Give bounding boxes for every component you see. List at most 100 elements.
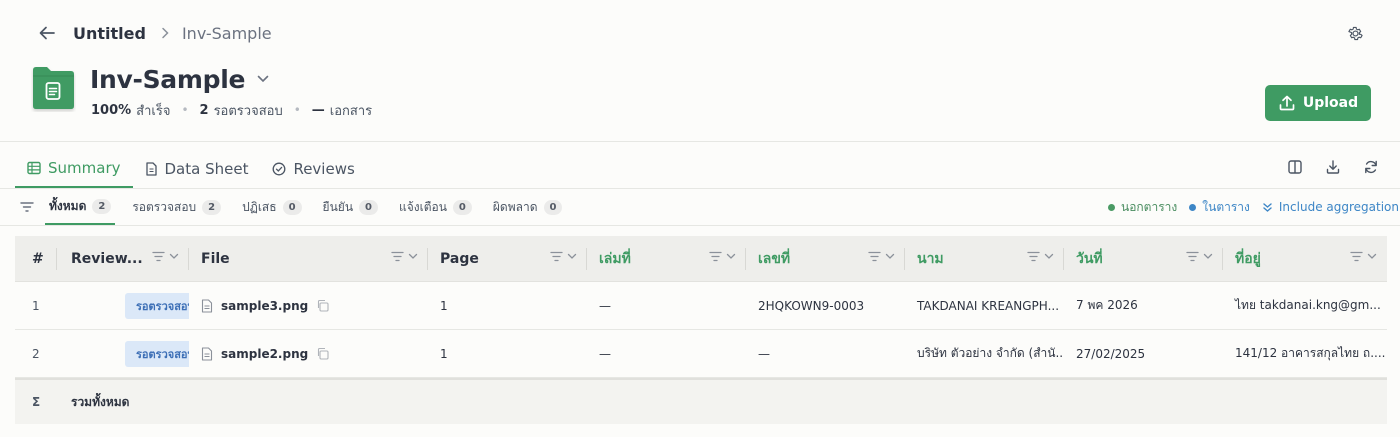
review-cell: รอตรวจสอบ bbox=[57, 340, 189, 367]
filter-icon[interactable] bbox=[1350, 251, 1363, 262]
tab-bar: Summary Data Sheet Reviews bbox=[15, 150, 367, 188]
name-cell: บริษัท ตัวอย่าง จำกัด (สำนั... bbox=[917, 346, 1064, 360]
chevron-down-icon[interactable] bbox=[1367, 253, 1377, 260]
filter-icon[interactable] bbox=[709, 251, 722, 262]
pending-label: รอตรวจสอบ bbox=[213, 103, 283, 119]
column-header-book-no[interactable]: เล่มที่ bbox=[587, 236, 746, 282]
back-button[interactable] bbox=[36, 22, 58, 44]
split-view-button[interactable] bbox=[1284, 156, 1306, 178]
column-label: นาม bbox=[917, 250, 944, 267]
breadcrumb: Untitled Inv-Sample bbox=[73, 22, 272, 44]
filter-confirmed[interactable]: ยืนยัน 0 bbox=[319, 189, 382, 225]
filter-label: แจ้งเตือน bbox=[398, 199, 447, 214]
tab-data-sheet[interactable]: Data Sheet bbox=[133, 150, 261, 188]
name-cell: TAKDANAI KREANGPH... bbox=[917, 298, 1060, 313]
column-header-file[interactable]: File bbox=[189, 236, 428, 282]
chevron-down-icon[interactable] bbox=[1044, 253, 1054, 260]
file-icon bbox=[201, 346, 213, 361]
include-aggregation-toggle[interactable]: Include aggregation bbox=[1262, 200, 1399, 214]
column-header-page[interactable]: Page bbox=[428, 236, 587, 282]
filter-icon[interactable] bbox=[391, 251, 404, 262]
column-header-address[interactable]: ที่อยู่ bbox=[1223, 236, 1387, 282]
page-title: Inv-Sample bbox=[90, 64, 246, 94]
filter-icon[interactable] bbox=[152, 251, 165, 262]
legend-label: ในตาราง bbox=[1202, 199, 1250, 214]
footer-total-label: รวมทั้งหมด bbox=[71, 394, 130, 409]
column-header-number[interactable]: เลขที่ bbox=[746, 236, 905, 282]
filter-count: 2 bbox=[202, 199, 222, 215]
tab-summary[interactable]: Summary bbox=[15, 150, 133, 188]
tab-label: Reviews bbox=[293, 160, 355, 178]
filter-error[interactable]: ผิดพลาด 0 bbox=[489, 189, 567, 225]
filter-pending[interactable]: รอตรวจสอบ 2 bbox=[128, 189, 225, 225]
review-cell: รอตรวจสอบ bbox=[57, 292, 189, 319]
table-row[interactable]: 1 รอตรวจสอบ sample3.png 1 — 2HQKOWN9-000… bbox=[15, 282, 1387, 330]
file-name-link[interactable]: sample3.png bbox=[221, 299, 308, 313]
file-icon bbox=[201, 298, 213, 313]
filter-warning[interactable]: แจ้งเตือน 0 bbox=[395, 189, 476, 225]
chevron-down-icon[interactable] bbox=[885, 253, 895, 260]
column-label: # bbox=[32, 250, 44, 267]
filter-all[interactable]: ทั้งหมด 2 bbox=[45, 189, 116, 225]
filter-icon[interactable] bbox=[550, 251, 563, 262]
legend-dot bbox=[1189, 203, 1197, 211]
file-name-link[interactable]: sample2.png bbox=[221, 347, 308, 361]
filter-icon[interactable] bbox=[1186, 251, 1199, 262]
column-header-review[interactable]: Review... bbox=[57, 236, 189, 282]
chevron-down-icon[interactable] bbox=[726, 253, 736, 260]
table-footer: Σ รวมทั้งหมด bbox=[15, 378, 1387, 424]
refresh-icon bbox=[1365, 160, 1377, 174]
file-cell: sample3.png bbox=[189, 299, 428, 313]
column-label: File bbox=[201, 250, 230, 267]
columns-icon bbox=[1288, 160, 1302, 174]
download-button[interactable] bbox=[1322, 156, 1344, 178]
legend-inside: ในตาราง bbox=[1189, 198, 1250, 217]
chevron-down-icon[interactable] bbox=[1203, 253, 1213, 260]
table-header: # Review... File Page เล่มที่ เลขที่ นาม… bbox=[15, 236, 1387, 282]
date-cell: 27/02/2025 bbox=[1076, 346, 1146, 361]
tab-tools bbox=[1284, 156, 1382, 178]
filter-icon[interactable] bbox=[19, 199, 35, 215]
table-row[interactable]: 2 รอตรวจสอบ sample2.png 1 — — บริษัท ตัว… bbox=[15, 330, 1387, 378]
filter-rejected[interactable]: ปฏิเสธ 0 bbox=[238, 189, 305, 225]
aggregation-label: Include aggregation bbox=[1278, 200, 1399, 214]
filter-label: ปฏิเสธ bbox=[242, 199, 277, 214]
chevron-down-icon[interactable] bbox=[169, 253, 179, 260]
breadcrumb-root[interactable]: Untitled bbox=[73, 24, 146, 43]
gear-icon bbox=[1347, 26, 1363, 40]
number-cell: 2HQKOWN9-0003 bbox=[758, 298, 865, 313]
table-body: 1 รอตรวจสอบ sample3.png 1 — 2HQKOWN9-000… bbox=[15, 282, 1387, 378]
legend-label: นอกตาราง bbox=[1121, 199, 1178, 214]
row-index: 1 bbox=[32, 298, 40, 313]
column-header-date[interactable]: วันที่ bbox=[1064, 236, 1223, 282]
upload-button[interactable]: Upload bbox=[1265, 85, 1371, 121]
double-chevron-down-icon bbox=[1263, 202, 1272, 212]
tab-label: Summary bbox=[48, 159, 121, 177]
upload-icon bbox=[1279, 95, 1295, 111]
table-icon bbox=[27, 161, 41, 175]
filter-label: ยืนยัน bbox=[322, 199, 354, 214]
column-label: ที่อยู่ bbox=[1235, 250, 1261, 267]
column-header-name[interactable]: นาม bbox=[905, 236, 1064, 282]
chevron-down-icon[interactable] bbox=[257, 75, 269, 83]
filter-label: ทั้งหมด bbox=[49, 198, 87, 213]
settings-button[interactable] bbox=[1344, 22, 1366, 44]
status-badge[interactable]: รอตรวจสอบ bbox=[125, 340, 189, 367]
sum-symbol: Σ bbox=[32, 395, 41, 409]
copy-icon[interactable] bbox=[316, 299, 329, 312]
refresh-button[interactable] bbox=[1360, 156, 1382, 178]
tab-reviews[interactable]: Reviews bbox=[260, 150, 366, 188]
progress-label: สำเร็จ bbox=[136, 103, 171, 119]
filter-icon[interactable] bbox=[1027, 251, 1040, 262]
tab-label: Data Sheet bbox=[164, 160, 249, 178]
row-index: 2 bbox=[32, 346, 40, 361]
filter-icon[interactable] bbox=[868, 251, 881, 262]
address-cell: 141/12 อาคารสกุลไทย ถ.... bbox=[1235, 346, 1386, 360]
column-label: Page bbox=[440, 250, 479, 267]
filter-label: ผิดพลาด bbox=[492, 199, 538, 214]
filter-count: 0 bbox=[359, 199, 378, 215]
status-badge[interactable]: รอตรวจสอบ bbox=[125, 292, 189, 319]
chevron-down-icon[interactable] bbox=[567, 253, 577, 260]
copy-icon[interactable] bbox=[316, 347, 329, 360]
chevron-down-icon[interactable] bbox=[408, 253, 418, 260]
